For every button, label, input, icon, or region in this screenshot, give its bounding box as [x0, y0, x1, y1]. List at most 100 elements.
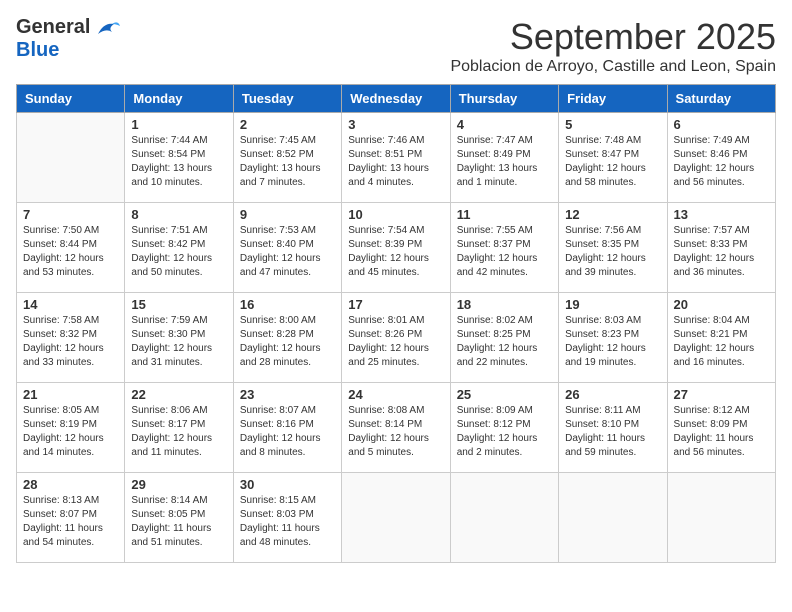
day-detail: Sunrise: 7:50 AMSunset: 8:44 PMDaylight:…: [23, 224, 118, 280]
calendar-day-19: 19 Sunrise: 8:03 AMSunset: 8:23 PMDayligh…: [559, 293, 667, 383]
day-number: 21: [23, 387, 118, 402]
calendar-day-16: 16 Sunrise: 8:00 AMSunset: 8:28 PMDayligh…: [233, 293, 341, 383]
day-number: 22: [131, 387, 226, 402]
day-detail: Sunrise: 8:08 AMSunset: 8:14 PMDaylight:…: [348, 404, 443, 460]
logo-general-text: General: [16, 16, 90, 39]
day-detail: Sunrise: 7:57 AMSunset: 8:33 PMDaylight:…: [674, 224, 769, 280]
day-detail: Sunrise: 8:07 AMSunset: 8:16 PMDaylight:…: [240, 404, 335, 460]
calendar-day-28: 28 Sunrise: 8:13 AMSunset: 8:07 PMDayligh…: [17, 473, 125, 563]
day-detail: Sunrise: 8:14 AMSunset: 8:05 PMDaylight:…: [131, 494, 226, 550]
calendar-day-22: 22 Sunrise: 8:06 AMSunset: 8:17 PMDayligh…: [125, 383, 233, 473]
calendar-day-2: 2 Sunrise: 7:45 AMSunset: 8:52 PMDaylight…: [233, 113, 341, 203]
day-number: 1: [131, 117, 226, 132]
calendar-day-6: 6 Sunrise: 7:49 AMSunset: 8:46 PMDaylight…: [667, 113, 775, 203]
day-number: 11: [457, 207, 552, 222]
day-number: 27: [674, 387, 769, 402]
calendar-empty-cell: [450, 473, 558, 563]
subtitle: Poblacion de Arroyo, Castille and Leon, …: [450, 58, 776, 76]
day-number: 13: [674, 207, 769, 222]
calendar-day-18: 18Sunrise: 8:02 AMSunset: 8:25 PMDayligh…: [450, 293, 558, 383]
day-detail: Sunrise: 8:09 AMSunset: 8:12 PMDaylight:…: [457, 404, 552, 460]
day-number: 12: [565, 207, 660, 222]
calendar-day-1: 1 Sunrise: 7:44 AMSunset: 8:54 PMDaylight…: [125, 113, 233, 203]
calendar-week-row: 7 Sunrise: 7:50 AMSunset: 8:44 PMDaylight…: [17, 203, 776, 293]
calendar-week-row: 28 Sunrise: 8:13 AMSunset: 8:07 PMDayligh…: [17, 473, 776, 563]
day-detail: Sunrise: 8:01 AMSunset: 8:26 PMDaylight:…: [348, 314, 443, 370]
calendar-header-tuesday: Tuesday: [233, 85, 341, 113]
day-number: 20: [674, 297, 769, 312]
calendar-header-monday: Monday: [125, 85, 233, 113]
calendar-empty-cell: [342, 473, 450, 563]
day-number: 7: [23, 207, 118, 222]
calendar-day-15: 15 Sunrise: 7:59 AMSunset: 8:30 PMDayligh…: [125, 293, 233, 383]
day-number: 30: [240, 477, 335, 492]
day-detail: Sunrise: 7:54 AMSunset: 8:39 PMDaylight:…: [348, 224, 443, 280]
calendar-header-wednesday: Wednesday: [342, 85, 450, 113]
day-detail: Sunrise: 8:00 AMSunset: 8:28 PMDaylight:…: [240, 314, 335, 370]
day-detail: Sunrise: 7:45 AMSunset: 8:52 PMDaylight:…: [240, 134, 335, 190]
day-number: 16: [240, 297, 335, 312]
logo: General Blue: [16, 16, 122, 62]
day-detail: Sunrise: 7:44 AMSunset: 8:54 PMDaylight:…: [131, 134, 226, 190]
calendar-empty-cell: [559, 473, 667, 563]
calendar-day-27: 27 Sunrise: 8:12 AMSunset: 8:09 PMDayligh…: [667, 383, 775, 473]
day-number: 23: [240, 387, 335, 402]
day-number: 8: [131, 207, 226, 222]
day-number: 19: [565, 297, 660, 312]
month-title: September 2025: [450, 16, 776, 58]
calendar-empty-cell: [17, 113, 125, 203]
day-detail: Sunrise: 8:04 AMSunset: 8:21 PMDaylight:…: [674, 314, 769, 370]
calendar-day-30: 30 Sunrise: 8:15 AMSunset: 8:03 PMDayligh…: [233, 473, 341, 563]
calendar-day-26: 26 Sunrise: 8:11 AMSunset: 8:10 PMDayligh…: [559, 383, 667, 473]
day-number: 10: [348, 207, 443, 222]
day-number: 24: [348, 387, 443, 402]
title-block: September 2025 Poblacion de Arroyo, Cast…: [450, 16, 776, 76]
day-number: 14: [23, 297, 118, 312]
day-number: 5: [565, 117, 660, 132]
calendar-header-sunday: Sunday: [17, 85, 125, 113]
day-detail: Sunrise: 7:48 AMSunset: 8:47 PMDaylight:…: [565, 134, 660, 190]
day-detail: Sunrise: 8:15 AMSunset: 8:03 PMDaylight:…: [240, 494, 335, 550]
day-detail: Sunrise: 7:49 AMSunset: 8:46 PMDaylight:…: [674, 134, 769, 190]
page-header: General Blue September 2025 Poblacion de…: [16, 16, 776, 76]
calendar-day-8: 8 Sunrise: 7:51 AMSunset: 8:42 PMDaylight…: [125, 203, 233, 293]
calendar-day-7: 7 Sunrise: 7:50 AMSunset: 8:44 PMDaylight…: [17, 203, 125, 293]
day-number: 25: [457, 387, 552, 402]
day-detail: Sunrise: 8:12 AMSunset: 8:09 PMDaylight:…: [674, 404, 769, 460]
calendar-week-row: 21Sunrise: 8:05 AMSunset: 8:19 PMDayligh…: [17, 383, 776, 473]
calendar-day-13: 13 Sunrise: 7:57 AMSunset: 8:33 PMDayligh…: [667, 203, 775, 293]
calendar-day-29: 29Sunrise: 8:14 AMSunset: 8:05 PMDayligh…: [125, 473, 233, 563]
day-detail: Sunrise: 8:02 AMSunset: 8:25 PMDaylight:…: [457, 314, 552, 370]
day-detail: Sunrise: 8:06 AMSunset: 8:17 PMDaylight:…: [131, 404, 226, 460]
calendar-day-14: 14 Sunrise: 7:58 AMSunset: 8:32 PMDayligh…: [17, 293, 125, 383]
day-detail: Sunrise: 8:11 AMSunset: 8:10 PMDaylight:…: [565, 404, 660, 460]
day-number: 9: [240, 207, 335, 222]
day-number: 17: [348, 297, 443, 312]
day-number: 2: [240, 117, 335, 132]
day-detail: Sunrise: 8:03 AMSunset: 8:23 PMDaylight:…: [565, 314, 660, 370]
day-number: 3: [348, 117, 443, 132]
logo-bird-icon: [94, 18, 122, 38]
calendar-header-thursday: Thursday: [450, 85, 558, 113]
calendar-day-17: 17 Sunrise: 8:01 AMSunset: 8:26 PMDayligh…: [342, 293, 450, 383]
calendar-day-12: 12Sunrise: 7:56 AMSunset: 8:35 PMDayligh…: [559, 203, 667, 293]
calendar-day-25: 25 Sunrise: 8:09 AMSunset: 8:12 PMDayligh…: [450, 383, 558, 473]
calendar-day-21: 21Sunrise: 8:05 AMSunset: 8:19 PMDayligh…: [17, 383, 125, 473]
calendar-day-3: 3Sunrise: 7:46 AMSunset: 8:51 PMDaylight…: [342, 113, 450, 203]
day-number: 6: [674, 117, 769, 132]
calendar-header-saturday: Saturday: [667, 85, 775, 113]
calendar-header-row: SundayMondayTuesdayWednesdayThursdayFrid…: [17, 85, 776, 113]
calendar-header-friday: Friday: [559, 85, 667, 113]
day-detail: Sunrise: 8:13 AMSunset: 8:07 PMDaylight:…: [23, 494, 118, 550]
day-detail: Sunrise: 7:53 AMSunset: 8:40 PMDaylight:…: [240, 224, 335, 280]
calendar-day-24: 24 Sunrise: 8:08 AMSunset: 8:14 PMDayligh…: [342, 383, 450, 473]
day-detail: Sunrise: 7:58 AMSunset: 8:32 PMDaylight:…: [23, 314, 118, 370]
day-number: 26: [565, 387, 660, 402]
calendar-day-23: 23 Sunrise: 8:07 AMSunset: 8:16 PMDayligh…: [233, 383, 341, 473]
day-number: 15: [131, 297, 226, 312]
day-detail: Sunrise: 7:51 AMSunset: 8:42 PMDaylight:…: [131, 224, 226, 280]
day-number: 28: [23, 477, 118, 492]
logo-blue-text: Blue: [16, 39, 59, 61]
day-detail: Sunrise: 7:59 AMSunset: 8:30 PMDaylight:…: [131, 314, 226, 370]
calendar-day-11: 11Sunrise: 7:55 AMSunset: 8:37 PMDayligh…: [450, 203, 558, 293]
